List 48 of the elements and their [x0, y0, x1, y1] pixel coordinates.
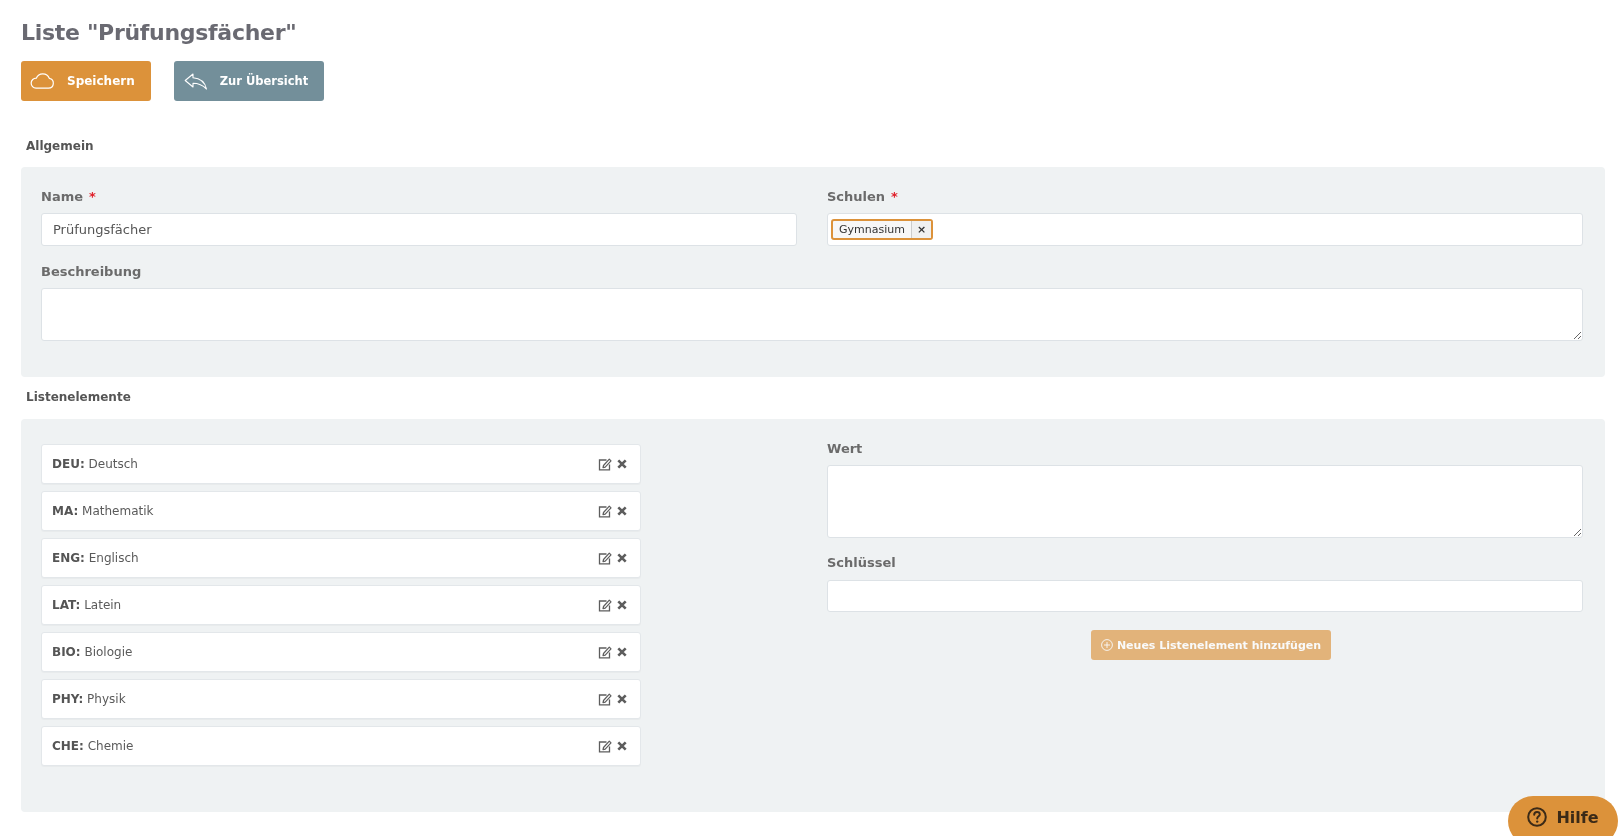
list-item-text: MA: Mathematik [52, 504, 154, 518]
list-item[interactable]: LAT: Latein [41, 585, 641, 625]
list-item[interactable]: MA: Mathematik [41, 491, 641, 531]
cross-icon[interactable] [617, 553, 627, 563]
chip-remove-button[interactable]: × [910, 221, 932, 238]
cross-icon[interactable] [617, 506, 627, 516]
list-item[interactable]: CHE: Chemie [41, 726, 641, 766]
list-item[interactable]: ENG: Englisch [41, 538, 641, 578]
pencil-square-icon[interactable] [598, 457, 612, 471]
name-input[interactable]: Prüfungsfächer [41, 213, 797, 246]
chip-label: Gymnasium [838, 222, 906, 238]
pencil-square-icon[interactable] [598, 551, 612, 565]
cross-icon[interactable] [617, 741, 627, 751]
list-item-text: PHY: Physik [52, 692, 126, 706]
curved-arrow-icon [183, 72, 208, 90]
pencil-square-icon[interactable] [598, 598, 612, 612]
list-item[interactable]: PHY: Physik [41, 679, 641, 719]
cross-icon[interactable] [617, 459, 627, 469]
required-mark: * [89, 188, 96, 206]
cross-icon[interactable] [617, 647, 627, 657]
field-label: Name [41, 188, 83, 206]
list-item-text: LAT: Latein [52, 598, 122, 612]
field-label: Wert [827, 440, 863, 458]
page-title: Liste "Prüfungsfächer" [21, 19, 298, 47]
list-item[interactable]: DEU: Deutsch [41, 444, 641, 484]
pencil-square-icon[interactable] [598, 504, 612, 518]
question-circle-icon [1527, 807, 1548, 827]
plus-circle-icon [1100, 639, 1113, 651]
field-label: Schlüssel [827, 554, 896, 572]
cloud-icon [29, 73, 55, 89]
key-input[interactable] [827, 580, 1583, 612]
pencil-square-icon[interactable] [598, 645, 612, 659]
section-heading: Allgemein [26, 138, 95, 155]
list-item-text: DEU: Deutsch [52, 457, 138, 471]
list-item-text: BIO: Biologie [52, 645, 133, 659]
cross-icon[interactable] [617, 694, 627, 704]
cross-icon[interactable] [617, 600, 627, 610]
schools-field[interactable]: Gymnasium × [827, 213, 1583, 246]
list-item[interactable]: BIO: Biologie [41, 632, 641, 672]
field-label: Beschreibung [41, 263, 142, 281]
section-heading: Listenelemente [26, 389, 132, 406]
required-mark: * [891, 188, 898, 206]
help-button[interactable]: Hilfe [1508, 796, 1618, 836]
field-label: Schulen [827, 188, 886, 206]
pencil-square-icon[interactable] [598, 692, 612, 706]
list-item-text: ENG: Englisch [52, 551, 139, 565]
list-item-text: CHE: Chemie [52, 739, 134, 753]
pencil-square-icon[interactable] [598, 739, 612, 753]
